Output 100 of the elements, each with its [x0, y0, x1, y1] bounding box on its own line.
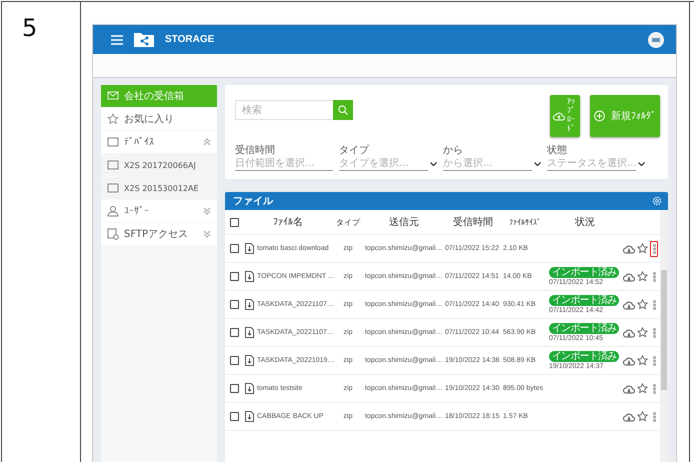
dropdown-field[interactable]: タイプを選択... [339, 157, 428, 171]
envelope-icon [107, 90, 119, 102]
status-badge: インポート済み [549, 295, 620, 306]
download-button[interactable] [623, 356, 635, 366]
cloud-download-icon [623, 272, 635, 282]
folder-icon [133, 31, 155, 48]
favorite-button[interactable] [637, 243, 648, 254]
caret-down-icon [534, 162, 541, 166]
dropdown-field[interactable]: から選択... [443, 157, 532, 171]
status-badge: インポート済み [549, 323, 620, 334]
chevron-up-icon [203, 138, 211, 146]
app-title: STORAGE [165, 34, 214, 45]
more-vertical-icon [652, 244, 656, 254]
search-field[interactable]: 検索 [235, 100, 333, 120]
column-header[interactable]: 受信時間 [445, 215, 501, 229]
caret-down-icon [638, 162, 645, 166]
checkbox[interactable] [230, 272, 238, 281]
cloud-download-icon [623, 328, 635, 338]
filter-label: タイプ [339, 145, 370, 157]
scrollbar[interactable] [660, 210, 668, 462]
search-icon [338, 105, 348, 115]
settings-icon [652, 196, 662, 206]
status-badge: インポート済み [549, 267, 620, 278]
filter-label: から [443, 145, 464, 157]
step-number: 5 [2, 2, 81, 462]
cloud-download-icon [623, 356, 635, 366]
sidebar-item[interactable]: ﾃﾞﾊﾞｲｽ [101, 131, 217, 153]
column-header[interactable]: ﾌｧｲﾙ名 [245, 215, 331, 229]
user-icon [107, 205, 119, 217]
download-button[interactable] [623, 328, 635, 338]
file-download-icon [245, 411, 254, 422]
star-icon [637, 411, 648, 422]
favorite-button[interactable] [637, 355, 648, 366]
download-button[interactable] [623, 412, 635, 422]
cloud-upload-icon [553, 111, 565, 121]
sidebar-item[interactable]: SFTPアクセス [101, 223, 217, 245]
file-download-icon [245, 383, 254, 394]
cloud-download-icon [623, 244, 635, 254]
more-button[interactable] [650, 240, 658, 256]
star-icon [637, 327, 648, 338]
sidebar-item[interactable]: お気に入り [101, 108, 217, 130]
favorite-button[interactable] [637, 383, 648, 394]
avatar-icon [648, 32, 664, 48]
checkbox[interactable] [230, 218, 238, 226]
download-button[interactable] [623, 384, 635, 394]
more-vertical-icon [652, 328, 656, 338]
menu-icon [111, 34, 123, 44]
dropdown-field[interactable]: ステータスを選択... [547, 157, 636, 171]
file-download-icon [245, 271, 254, 282]
tablet-icon [107, 182, 119, 194]
checkbox[interactable] [230, 244, 238, 253]
star-icon [637, 243, 648, 254]
checkbox[interactable] [230, 412, 238, 421]
filter-label: 状態 [547, 145, 568, 157]
file-download-icon [245, 327, 254, 338]
favorite-button[interactable] [637, 271, 648, 282]
chevron-down-icon [203, 207, 211, 215]
scrollbar-thumb[interactable] [661, 270, 667, 390]
favorite-button[interactable] [637, 299, 648, 310]
favorite-button[interactable] [637, 411, 648, 422]
more-vertical-icon [652, 356, 656, 366]
tablet-icon [107, 159, 119, 171]
search-button[interactable] [333, 100, 353, 120]
panel-title: ファイル [233, 195, 273, 208]
download-button[interactable] [623, 272, 635, 282]
cloud-download-icon [623, 412, 635, 422]
download-button[interactable] [623, 244, 635, 254]
tablet-icon [107, 136, 119, 148]
date-field[interactable]: 日付範囲を選択... [235, 157, 333, 171]
more-vertical-icon [652, 272, 656, 282]
star-icon [637, 383, 648, 394]
plus-circle-icon [594, 110, 605, 122]
star-icon [637, 271, 648, 282]
more-vertical-icon [652, 412, 656, 422]
column-header[interactable]: 送信元 [365, 215, 443, 229]
file-download-icon [245, 299, 254, 310]
checkbox[interactable] [230, 356, 238, 365]
more-vertical-icon [652, 300, 656, 310]
download-button[interactable] [623, 300, 635, 310]
caret-down-icon [430, 162, 437, 166]
favorite-button[interactable] [637, 327, 648, 338]
filter-label: 受信時間 [235, 145, 276, 157]
status-badge: インポート済み [549, 351, 620, 362]
checkbox[interactable] [230, 328, 238, 337]
column-header[interactable]: タイプ [333, 216, 363, 228]
file-download-icon [245, 355, 254, 366]
more-vertical-icon [652, 384, 656, 394]
server-icon [107, 228, 119, 240]
cloud-download-icon [623, 300, 635, 310]
star-icon [637, 355, 648, 366]
star-icon [107, 113, 119, 125]
column-header[interactable]: 状況 [549, 215, 621, 229]
checkbox[interactable] [230, 300, 238, 309]
column-header[interactable]: ﾌｧｲﾙｻｲｽﾞ [503, 218, 547, 226]
checkbox[interactable] [230, 384, 238, 393]
sidebar-item[interactable]: ﾕｰｻﾞｰ [101, 200, 217, 222]
star-icon [637, 299, 648, 310]
cloud-download-icon [623, 384, 635, 394]
chevron-down-icon [203, 230, 211, 238]
file-download-icon [245, 243, 254, 254]
